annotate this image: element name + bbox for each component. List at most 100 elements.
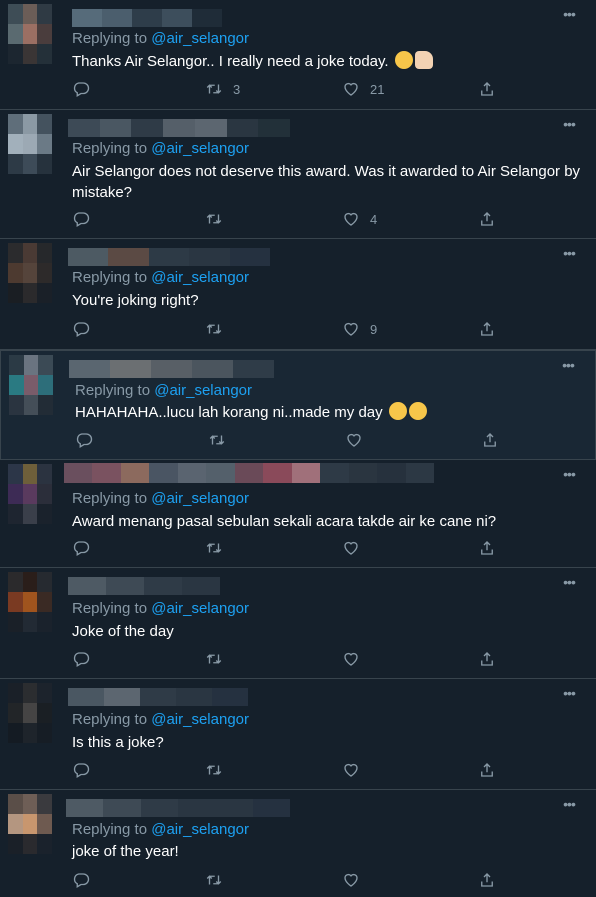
more-options-icon[interactable]: ••• <box>559 358 577 372</box>
reply-button[interactable] <box>72 319 100 339</box>
reply-tweet[interactable]: ••• Replying to @air_selangor Joke of th… <box>0 568 596 679</box>
heart-icon <box>344 212 358 226</box>
reply-tweet[interactable]: ••• Replying to @air_selangor Thanks Air… <box>0 0 596 110</box>
more-options-icon[interactable]: ••• <box>560 467 578 481</box>
heart-icon <box>344 322 358 336</box>
share-button[interactable] <box>478 760 506 780</box>
redacted-username <box>68 248 271 266</box>
retweet-button[interactable] <box>205 538 233 558</box>
reply-tweet[interactable]: ••• Replying to @air_selangor HAHAHAHA..… <box>0 350 596 460</box>
heart-icon <box>344 541 358 555</box>
avatar[interactable] <box>9 355 53 415</box>
redacted-username <box>72 9 222 27</box>
more-options-icon[interactable]: ••• <box>560 246 578 260</box>
mention-link[interactable]: @air_selangor <box>151 821 249 838</box>
like-button[interactable]: 21 <box>342 79 384 99</box>
rolling-laughing-emoji <box>388 402 407 420</box>
reply-icon <box>73 82 90 97</box>
reply-tweet[interactable]: ••• Replying to @air_selangor Air Selang… <box>0 110 596 239</box>
mention-link[interactable]: @air_selangor <box>151 30 249 47</box>
like-button[interactable]: 9 <box>342 319 377 339</box>
mention-link[interactable]: @air_selangor <box>151 490 249 507</box>
action-bar <box>72 649 512 669</box>
replying-label: Replying to <box>72 30 152 47</box>
like-button[interactable] <box>345 430 373 450</box>
heart-icon <box>347 433 361 447</box>
like-button[interactable] <box>342 649 370 669</box>
reply-icon <box>73 873 90 888</box>
tweet-text: Award menang pasal sebulan sekali acara … <box>72 513 497 530</box>
mention-link[interactable]: @air_selangor <box>151 140 249 157</box>
reply-button[interactable] <box>72 538 100 558</box>
redacted-username <box>68 688 248 706</box>
mention-link[interactable]: @air_selangor <box>151 269 249 286</box>
redacted-username <box>64 463 435 483</box>
action-bar <box>72 538 512 558</box>
retweet-icon <box>206 875 222 885</box>
redacted-username <box>66 799 290 817</box>
like-count: 4 <box>370 211 378 227</box>
retweet-count: 3 <box>233 81 241 97</box>
like-button[interactable] <box>342 760 370 780</box>
action-bar <box>75 430 515 450</box>
more-options-icon[interactable]: ••• <box>560 575 578 589</box>
avatar[interactable] <box>8 4 52 64</box>
reply-button[interactable] <box>72 760 100 780</box>
avatar[interactable] <box>8 243 52 303</box>
like-count: 21 <box>370 81 385 97</box>
heart-icon <box>344 873 358 887</box>
share-button[interactable] <box>478 209 506 229</box>
tweet-text: Is this a joke? <box>72 734 164 751</box>
retweet-button[interactable] <box>205 319 233 339</box>
share-button[interactable] <box>478 79 506 99</box>
retweet-button[interactable] <box>208 430 236 450</box>
tweet-text: HAHAHAHA..lucu lah korang ni..made my da… <box>75 402 585 423</box>
tweet-text: Joke of the day <box>72 623 174 640</box>
avatar[interactable] <box>8 572 52 632</box>
share-button[interactable] <box>478 649 506 669</box>
retweet-icon <box>209 435 225 445</box>
like-button[interactable] <box>342 538 370 558</box>
mention-link[interactable]: @air_selangor <box>151 600 249 617</box>
reply-tweet[interactable]: ••• Replying to @air_selangor Is this a … <box>0 679 596 790</box>
replying-to: Replying to @air_selangor <box>72 269 249 286</box>
share-button[interactable] <box>478 319 506 339</box>
reply-tweet[interactable]: ••• Replying to @air_selangor joke of th… <box>0 790 596 897</box>
avatar[interactable] <box>8 683 52 743</box>
share-button[interactable] <box>478 538 506 558</box>
avatar[interactable] <box>8 464 52 524</box>
retweet-button[interactable] <box>205 760 233 780</box>
more-options-icon[interactable]: ••• <box>560 117 578 131</box>
rolling-laughing-emoji <box>408 402 427 420</box>
more-options-icon[interactable]: ••• <box>560 686 578 700</box>
redacted-username <box>69 360 274 378</box>
more-options-icon[interactable]: ••• <box>560 797 578 811</box>
replying-to: Replying to @air_selangor <box>72 600 249 617</box>
reply-tweet[interactable]: ••• Replying to @air_selangor Award mena… <box>0 460 596 568</box>
reply-tweet[interactable]: ••• Replying to @air_selangor You're jok… <box>0 239 596 350</box>
share-button[interactable] <box>481 430 509 450</box>
share-button[interactable] <box>478 870 506 890</box>
more-options-icon[interactable]: ••• <box>560 7 578 21</box>
reply-button[interactable] <box>72 649 100 669</box>
retweet-button[interactable] <box>205 649 233 669</box>
share-icon <box>481 652 493 666</box>
tweet-text: You're joking right? <box>72 292 199 309</box>
avatar[interactable] <box>8 114 52 174</box>
replying-to: Replying to @air_selangor <box>75 382 252 399</box>
share-icon <box>481 763 493 777</box>
reply-button[interactable] <box>72 870 100 890</box>
retweet-button[interactable] <box>205 870 233 890</box>
mention-link[interactable]: @air_selangor <box>154 382 252 399</box>
avatar[interactable] <box>8 794 52 854</box>
reply-button[interactable] <box>72 79 100 99</box>
reply-button[interactable] <box>75 430 103 450</box>
retweet-icon <box>206 543 222 553</box>
retweet-button[interactable] <box>205 209 233 229</box>
reply-button[interactable] <box>72 209 100 229</box>
replying-label: Replying to <box>72 269 152 286</box>
mention-link[interactable]: @air_selangor <box>151 711 249 728</box>
like-button[interactable]: 4 <box>342 209 377 229</box>
like-button[interactable] <box>342 870 370 890</box>
retweet-button[interactable]: 3 <box>205 79 240 99</box>
